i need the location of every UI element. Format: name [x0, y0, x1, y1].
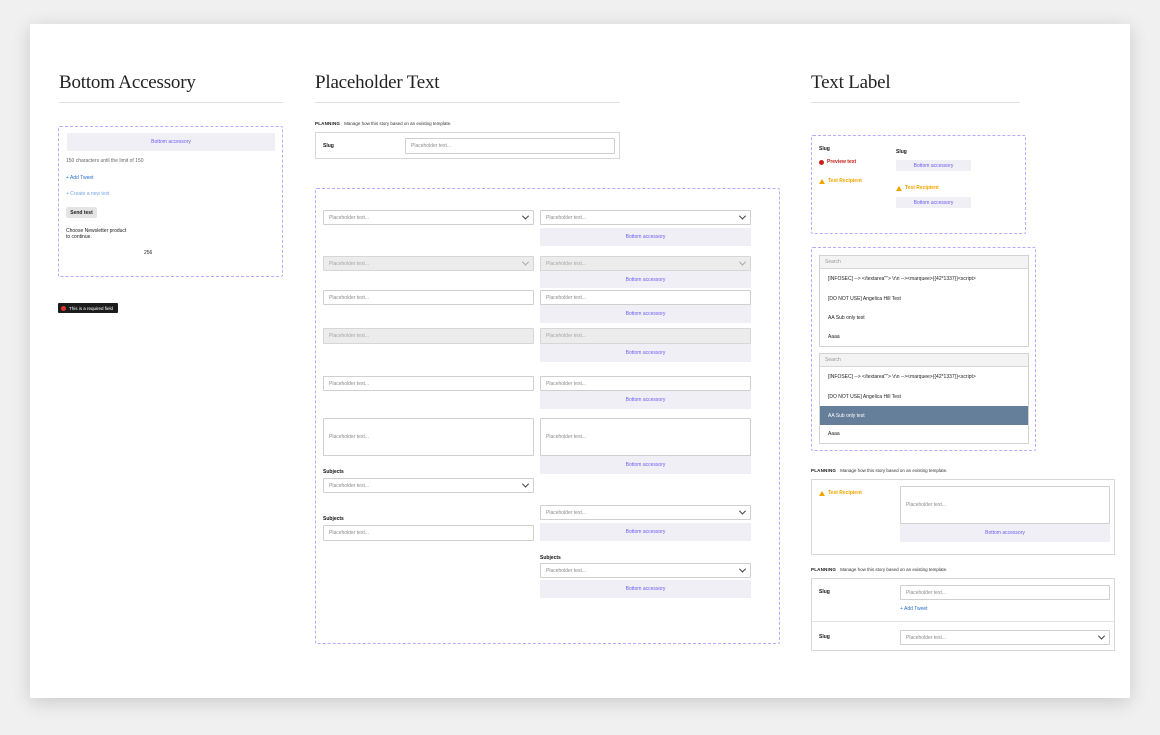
section-title-placeholder-text: Placeholder Text [315, 72, 440, 93]
slug-select[interactable]: Placeholder text... [900, 630, 1110, 645]
bottom-accessory-button[interactable]: Bottom accessory [896, 160, 971, 171]
slug-label: Slug [819, 634, 830, 640]
list-item[interactable]: Aaaa [820, 425, 1028, 443]
chevron-down-icon [738, 565, 747, 573]
textarea[interactable]: Placeholder text... [900, 486, 1110, 524]
select-field[interactable]: Placeholder text... [540, 505, 751, 520]
divider [59, 102, 283, 103]
list-item[interactable]: [INFOSEC] --> </textarea""> \r\n --><mar… [820, 367, 1028, 387]
divider [812, 621, 1114, 622]
test-recipient-card: Test Recipient Placeholder text... Botto… [811, 479, 1115, 555]
bottom-accessory-button[interactable]: Bottom accessory [540, 523, 751, 541]
dropdown-list-demo: Search [INFOSEC] --> </textarea""> \r\n … [811, 247, 1036, 451]
bottom-accessory-button[interactable]: Bottom accessory [540, 580, 751, 598]
slug-input[interactable]: Placeholder text... [405, 138, 615, 154]
chevron-down-icon [1097, 632, 1106, 640]
slug-card: Slug Placeholder text... + Add Tweet Slu… [811, 578, 1115, 651]
planning-header: PLANNING Manage how this story based on a… [811, 468, 948, 473]
chevron-down-icon [738, 507, 747, 515]
planning-header: PLANNING Manage how this story based on a… [315, 121, 452, 126]
test-recipient-warning: Test Recipient [819, 178, 862, 184]
subjects-input[interactable]: Placeholder text... [323, 525, 534, 541]
number-value: 256 [144, 250, 153, 256]
bottom-accessory-button[interactable]: Bottom accessory [896, 197, 971, 208]
text-label-demo: Slug Preview text Test Recipient Slug Bo… [811, 135, 1026, 234]
slug-label: Slug [819, 146, 830, 152]
search-input[interactable]: Search [820, 354, 1028, 367]
required-field-tooltip: This is a required field [58, 303, 118, 313]
search-input[interactable]: Search [820, 256, 1028, 269]
chevron-down-icon [521, 258, 530, 266]
bottom-accessory-button[interactable]: Bottom accessory [540, 344, 751, 362]
dropdown-list: Search [INFOSEC] --> </textarea""> \r\n … [819, 353, 1029, 444]
divider [315, 102, 620, 103]
slug-input[interactable]: Placeholder text... [900, 585, 1110, 600]
test-recipient-warning: Test Recipient [819, 490, 862, 496]
subjects-select[interactable]: Placeholder text... [323, 478, 534, 493]
list-item[interactable]: AA Sub only test [820, 308, 1028, 328]
select-field-disabled: Placeholder text... [540, 256, 751, 271]
warning-icon [819, 178, 825, 184]
select-field[interactable]: Placeholder text... [540, 210, 751, 225]
slug-row: Slug Placeholder text... [315, 132, 620, 159]
error-icon [61, 305, 66, 311]
list-item-selected[interactable]: AA Sub only test [820, 406, 1028, 425]
section-title-bottom-accessory: Bottom Accessory [59, 72, 196, 93]
textarea[interactable]: Placeholder text... [323, 418, 534, 456]
chevron-down-icon [738, 258, 747, 266]
section-title-text-label: Text Label [811, 72, 891, 93]
bottom-accessory-button[interactable]: Bottom accessory [67, 133, 275, 151]
bottom-accessory-button[interactable]: Bottom accessory [900, 524, 1110, 542]
canvas: Bottom Accessory Bottom accessory 150 ch… [30, 24, 1130, 698]
chevron-down-icon [521, 480, 530, 488]
subjects-label: Subjects [540, 555, 561, 561]
warning-icon [896, 185, 902, 191]
subjects-label: Subjects [323, 469, 344, 475]
warning-icon [819, 490, 825, 496]
text-input[interactable]: Placeholder text... [540, 290, 751, 305]
slug-label: Slug [819, 589, 830, 595]
text-input-disabled: Placeholder text... [540, 328, 751, 344]
create-new-text-link[interactable]: + Create a new text [66, 191, 110, 197]
divider [811, 102, 1020, 103]
list-item[interactable]: [INFOSEC] --> </textarea""> \r\n --><mar… [820, 269, 1028, 289]
bottom-accessory-button[interactable]: Bottom accessory [540, 391, 751, 409]
text-input[interactable]: Placeholder text... [540, 376, 751, 391]
send-test-button[interactable]: Send test [66, 207, 97, 218]
select-field-disabled: Placeholder text... [323, 256, 534, 271]
chevron-down-icon [738, 212, 747, 220]
planning-header: PLANNING Manage how this story based on a… [811, 567, 948, 572]
textarea[interactable]: Placeholder text... [540, 418, 751, 456]
add-tweet-link[interactable]: + Add Tweet [66, 175, 94, 181]
text-input[interactable]: Placeholder text... [323, 376, 534, 391]
test-recipient-warning: Test Recipient [896, 185, 939, 191]
text-input[interactable]: Placeholder text... [323, 290, 534, 305]
bottom-accessory-button[interactable]: Bottom accessory [540, 271, 751, 288]
bottom-accessory-button[interactable]: Bottom accessory [540, 305, 751, 323]
bottom-accessory-demo: Bottom accessory 150 characters until th… [58, 126, 283, 277]
list-item[interactable]: [DO NOT USE] Angelica Hill Test [820, 289, 1028, 308]
add-tweet-link[interactable]: + Add Tweet [900, 606, 928, 612]
error-icon [819, 159, 824, 165]
slug-label: Slug [323, 143, 334, 149]
subjects-label: Subjects [323, 516, 344, 522]
slug-label: Slug [896, 149, 907, 155]
dropdown-list: Search [INFOSEC] --> </textarea""> \r\n … [819, 255, 1029, 347]
chevron-down-icon [521, 212, 530, 220]
list-item[interactable]: Aaaa [820, 328, 1028, 346]
select-field[interactable]: Placeholder text... [323, 210, 534, 225]
list-item[interactable]: [DO NOT USE] Angelica Hill Test [820, 387, 1028, 406]
preview-text-error: Preview text [819, 159, 856, 165]
placeholder-text-demo: Placeholder text... Placeholder text... … [315, 188, 780, 644]
bottom-accessory-button[interactable]: Bottom accessory [540, 228, 751, 246]
text-input-disabled: Placeholder text... [323, 328, 534, 344]
character-count: 150 characters until the limit of 150 [66, 158, 144, 164]
choose-newsletter-message: Choose Newsletter product to continue. [66, 228, 127, 240]
bottom-accessory-button[interactable]: Bottom accessory [540, 456, 751, 474]
subjects-select[interactable]: Placeholder text... [540, 563, 751, 578]
